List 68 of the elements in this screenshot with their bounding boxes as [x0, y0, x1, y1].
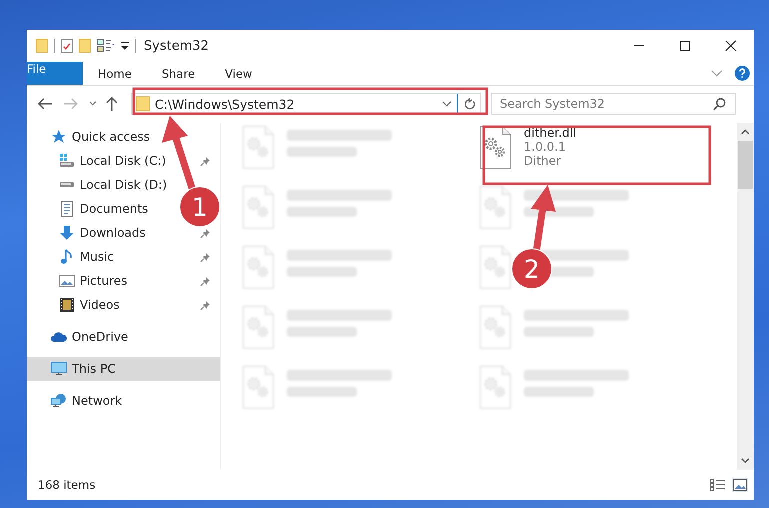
refresh-icon[interactable] [463, 97, 476, 111]
dropdown-caret-icon[interactable] [442, 101, 452, 107]
forward-arrow-icon[interactable] [63, 97, 79, 111]
blurred-file-detail [287, 207, 357, 217]
sidebar-item[interactable]: Quick access [27, 125, 220, 149]
file-gears-icon[interactable] [480, 126, 511, 169]
sidebar-item[interactable]: OneDrive [27, 325, 220, 349]
sidebar-item[interactable]: This PC [27, 357, 220, 381]
ribbon-tab[interactable]: Home [83, 62, 147, 85]
monitor-icon [51, 361, 67, 377]
sidebar-item[interactable]: Music [27, 245, 220, 269]
search-field[interactable]: Search System32 [491, 93, 736, 115]
sidebar-item[interactable]: Network [27, 389, 220, 413]
file-name[interactable]: dither.dll [524, 126, 577, 140]
ribbon-tab[interactable]: Share [146, 62, 210, 85]
picture-icon [59, 273, 75, 289]
document-icon [59, 201, 75, 217]
scroll-up-icon[interactable] [741, 129, 750, 135]
up-arrow-icon[interactable] [105, 96, 119, 112]
ribbon-tab[interactable]: View [210, 62, 268, 85]
expand-ribbon-icon[interactable] [711, 70, 723, 78]
star-icon [51, 129, 67, 145]
sidebar-item[interactable]: Local Disk (D:) [27, 173, 168, 197]
search-icon[interactable] [713, 98, 726, 111]
sidebar-item[interactable]: Videos [27, 293, 220, 317]
drive-icon [59, 182, 75, 188]
scrollbar-thumb[interactable] [738, 141, 753, 189]
music-note-icon [59, 249, 75, 265]
blurred-file-detail [524, 327, 594, 337]
pin-icon[interactable] [200, 276, 211, 286]
pin-icon[interactable] [200, 252, 211, 262]
sidebar-item[interactable]: Local Disk (C:) [27, 149, 220, 173]
address-bar[interactable]: C:\Windows\System32 [131, 93, 481, 115]
recent-locations-caret-icon[interactable] [89, 101, 97, 107]
step-badge: 2 [512, 248, 552, 290]
address-path: C:\Windows\System32 [155, 96, 296, 112]
scroll-down-icon[interactable] [741, 458, 750, 464]
large-icons-view-icon[interactable] [732, 478, 748, 492]
scrollbar[interactable] [737, 123, 754, 470]
window-title: System32 [144, 38, 210, 54]
pin-icon[interactable] [200, 228, 211, 238]
pin-icon[interactable] [200, 156, 211, 166]
pin-icon[interactable] [200, 300, 211, 310]
help-icon[interactable] [735, 66, 750, 81]
blurred-file-detail [524, 387, 594, 397]
step-badge: 1 [180, 186, 220, 228]
file-detail: Dither [524, 154, 562, 168]
file-detail: 1.0.0.1 [524, 140, 567, 154]
blurred-file-detail [287, 147, 357, 157]
properties-icon[interactable] [61, 39, 73, 53]
blurred-file-detail [287, 267, 357, 277]
down-arrow-icon [59, 225, 75, 241]
sidebar-item[interactable]: Pictures [27, 269, 220, 293]
customize-caret-icon[interactable] [121, 41, 129, 51]
drive-icon [59, 153, 75, 169]
blurred-file-detail [287, 387, 357, 397]
film-icon [59, 297, 75, 313]
sidebar-item[interactable]: Documents [27, 197, 148, 221]
blurred-file-detail [287, 327, 357, 337]
folder-icon [136, 96, 150, 112]
details-view-icon[interactable] [710, 478, 726, 492]
network-icon [51, 393, 67, 409]
back-arrow-icon[interactable] [37, 97, 53, 111]
close-icon [725, 40, 737, 52]
minimize-icon [633, 45, 645, 47]
maximize-icon [679, 40, 691, 52]
view-icon[interactable] [97, 39, 115, 53]
item-count: 168 items [38, 478, 96, 492]
